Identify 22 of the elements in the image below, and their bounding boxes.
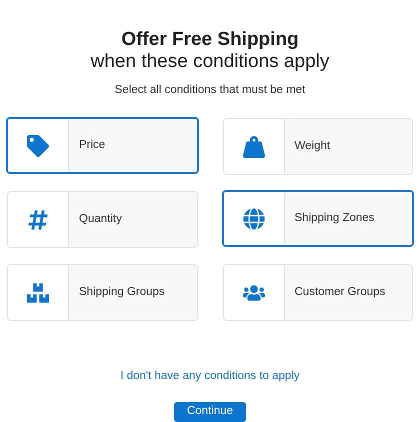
condition-card[interactable]: Shipping Groups bbox=[7, 264, 198, 322]
weight-icon bbox=[242, 136, 264, 158]
condition-label: Customer Groups bbox=[294, 285, 386, 300]
condition-label: Price bbox=[79, 138, 106, 154]
condition-label: Shipping Groups bbox=[79, 285, 165, 300]
page-subtitle: when these conditions apply bbox=[90, 51, 330, 73]
condition-card[interactable]: Shipping Zones bbox=[222, 190, 414, 248]
instruction-text: Select all conditions that must be met bbox=[114, 83, 306, 98]
globe-icon bbox=[242, 208, 264, 230]
condition-card[interactable]: Weight bbox=[222, 118, 413, 176]
hash-icon bbox=[27, 208, 49, 231]
tag-icon bbox=[27, 134, 49, 157]
condition-card[interactable]: Price bbox=[6, 117, 198, 174]
page-title: Offer Free Shipping bbox=[121, 29, 299, 51]
condition-label: Weight bbox=[294, 139, 330, 154]
condition-card[interactable]: Customer Groups bbox=[222, 264, 413, 322]
boxes-icon bbox=[27, 282, 49, 304]
condition-label: Shipping Zones bbox=[294, 211, 374, 226]
continue-button[interactable]: Continue bbox=[174, 402, 246, 422]
condition-card[interactable]: Quantity bbox=[7, 191, 198, 248]
condition-label: Quantity bbox=[79, 212, 122, 228]
skip-link[interactable]: I don't have any conditions to apply bbox=[120, 368, 300, 386]
